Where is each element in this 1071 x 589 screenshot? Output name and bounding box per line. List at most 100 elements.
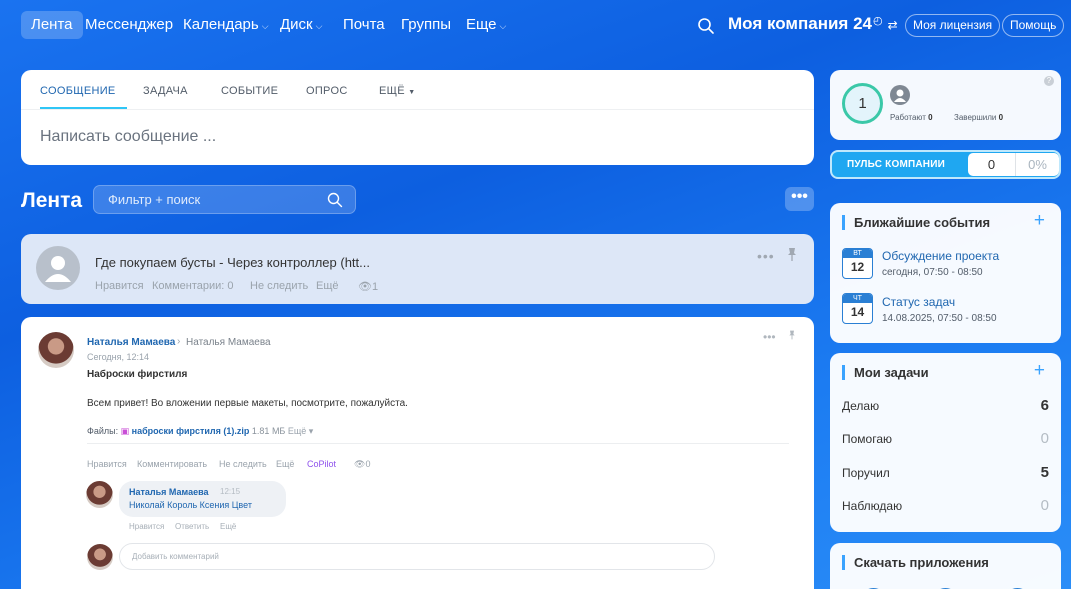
more-link[interactable]: Ещё <box>316 280 339 292</box>
comment-input[interactable]: Добавить комментарий <box>119 543 715 570</box>
avatar[interactable] <box>38 332 74 368</box>
pulse-values: 0 0% <box>968 153 1059 176</box>
download-apps-widget: Скачать приложения <box>830 543 1061 589</box>
company-name[interactable]: Моя компания 24◴ ⇄ <box>728 14 898 34</box>
task-row-helping[interactable]: Помогаю <box>842 432 892 446</box>
task-count[interactable]: 5 <box>1041 464 1049 481</box>
workday-widget: 1 Работают 0 Завершили 0 ? <box>830 70 1061 140</box>
filter-search-input[interactable]: Фильтр + поиск <box>93 185 356 214</box>
event-time: сегодня, 07:50 - 08:50 <box>882 267 983 278</box>
calendar-weekday: ВТ <box>843 249 872 258</box>
comments-link[interactable]: Комментарии: 0 <box>152 280 234 292</box>
message-input[interactable]: Написать сообщение ... <box>40 128 216 146</box>
comment-like-link[interactable]: Нравится <box>129 522 164 531</box>
section-title[interactable]: Ближайшие события <box>842 215 990 230</box>
pinned-post[interactable]: Где покупаем бусты - Через контроллер (h… <box>21 234 814 304</box>
eye-icon: 👁 <box>358 281 372 293</box>
comment-reply-link[interactable]: Ответить <box>175 522 209 531</box>
user-icon <box>894 89 906 102</box>
tab-more[interactable]: ЕЩЁ ▼ <box>379 85 416 97</box>
nav-item-groups[interactable]: Группы <box>391 11 461 39</box>
task-count[interactable]: 6 <box>1041 397 1049 414</box>
pinned-post-title[interactable]: Где покупаем бусты - Через контроллер (h… <box>95 255 370 270</box>
upcoming-events-widget: Ближайшие события + ВТ 12 Обсуждение про… <box>830 203 1061 343</box>
post-menu-icon[interactable]: ••• <box>763 330 776 344</box>
section-title[interactable]: Мои задачи <box>842 365 929 380</box>
finished-stat: Завершили 0 <box>954 113 1003 122</box>
company-pulse[interactable]: ПУЛЬС КОМПАНИИ 0 0% <box>830 150 1061 179</box>
feed-more-button[interactable]: ••• <box>785 187 814 211</box>
file-link[interactable]: наброски фирстиля (1).zip <box>132 426 250 436</box>
comment-link[interactable]: Комментировать <box>137 459 207 469</box>
pulse-value: 0 <box>987 157 996 172</box>
tab-poll[interactable]: ОПРОС <box>306 85 348 97</box>
nav-item-calendar[interactable]: Календарь ⌵ <box>173 11 279 39</box>
license-button[interactable]: Моя лицензия <box>905 14 1001 37</box>
pin-icon[interactable] <box>788 330 796 340</box>
unfollow-link[interactable]: Не следить <box>250 280 308 292</box>
comment-author-link[interactable]: Наталья Мамаева <box>129 487 209 497</box>
task-row-assigned[interactable]: Поручил <box>842 466 890 480</box>
comment-more-link[interactable]: Ещё <box>220 522 236 531</box>
nav-item-messenger[interactable]: Мессенджер <box>75 11 183 39</box>
nav-item-feed[interactable]: Лента <box>21 11 83 39</box>
working-count: 0 <box>928 113 933 122</box>
task-count[interactable]: 0 <box>1041 430 1049 447</box>
avatar[interactable] <box>86 481 113 508</box>
post-author-link[interactable]: Наталья Мамаева <box>87 337 175 348</box>
divider <box>87 443 789 444</box>
finished-label: Завершили <box>954 113 997 122</box>
filter-placeholder: Фильтр + поиск <box>108 192 201 207</box>
nav-item-label: Еще <box>466 16 497 33</box>
like-link[interactable]: Нравится <box>95 280 144 292</box>
pin-icon[interactable] <box>787 247 797 262</box>
search-icon[interactable] <box>697 17 715 35</box>
more-link[interactable]: Ещё <box>276 459 294 469</box>
task-row-doing[interactable]: Делаю <box>842 399 879 413</box>
avatar[interactable] <box>890 85 910 105</box>
file-more-link[interactable]: Ещё ▾ <box>288 426 313 436</box>
post-body: Всем привет! Во вложении первые макеты, … <box>87 398 408 409</box>
task-count[interactable]: 0 <box>1041 497 1049 514</box>
post-menu-icon[interactable]: ••• <box>757 248 775 264</box>
event-link[interactable]: Обсуждение проекта <box>882 249 999 263</box>
add-task-icon[interactable]: + <box>1034 360 1045 382</box>
workday-counter[interactable]: 1 <box>842 83 883 124</box>
divider <box>21 109 814 110</box>
help-icon[interactable]: ? <box>1044 76 1054 86</box>
nav-item-label: Почта <box>343 16 385 33</box>
views-count: 0 <box>365 459 371 469</box>
tab-message[interactable]: СООБЩЕНИЕ <box>40 85 116 97</box>
calendar-weekday: ЧТ <box>843 294 872 303</box>
nav-item-label: Мессенджер <box>85 16 174 33</box>
copilot-link[interactable]: CoPilot <box>307 459 336 469</box>
calendar-icon: ВТ 12 <box>842 248 873 279</box>
company-title: Моя компания <box>728 14 849 33</box>
settings-toggle-icon[interactable]: ⇄ <box>888 18 898 32</box>
tab-event[interactable]: СОБЫТИЕ <box>221 85 278 97</box>
chevron-down-icon: ⌵ <box>261 21 269 31</box>
nav-item-disk[interactable]: Диск ⌵ <box>270 11 332 39</box>
event-link[interactable]: Статус задач <box>882 295 955 309</box>
archive-icon: ▣ <box>120 426 130 436</box>
pulse-percent: 0% <box>1028 157 1047 172</box>
comment-text[interactable]: Николай Король Ксения Цвет <box>129 500 252 510</box>
unfollow-link[interactable]: Не следить <box>219 459 267 469</box>
section-title: Скачать приложения <box>842 555 989 570</box>
task-row-watching[interactable]: Наблюдаю <box>842 499 902 513</box>
help-button[interactable]: Помощь <box>1002 14 1065 37</box>
post-title: Наброски фирстиля <box>87 369 188 380</box>
post-timestamp[interactable]: Сегодня, 12:14 <box>87 352 149 362</box>
post-recipient[interactable]: Наталья Мамаева <box>186 337 271 348</box>
comment-placeholder: Добавить комментарий <box>132 552 219 561</box>
views-counter: 👁0 <box>354 459 370 470</box>
add-event-icon[interactable]: + <box>1034 210 1045 232</box>
nav-item-more[interactable]: Еще ⌵ <box>456 11 516 39</box>
search-icon[interactable] <box>327 192 343 208</box>
chevron-right-icon: › <box>177 336 181 347</box>
page-title: Лента <box>21 189 83 212</box>
tab-task[interactable]: ЗАДАЧА <box>143 85 188 97</box>
calendar-day: 12 <box>850 260 865 274</box>
nav-item-mail[interactable]: Почта <box>333 11 395 39</box>
like-link[interactable]: Нравится <box>87 459 127 469</box>
